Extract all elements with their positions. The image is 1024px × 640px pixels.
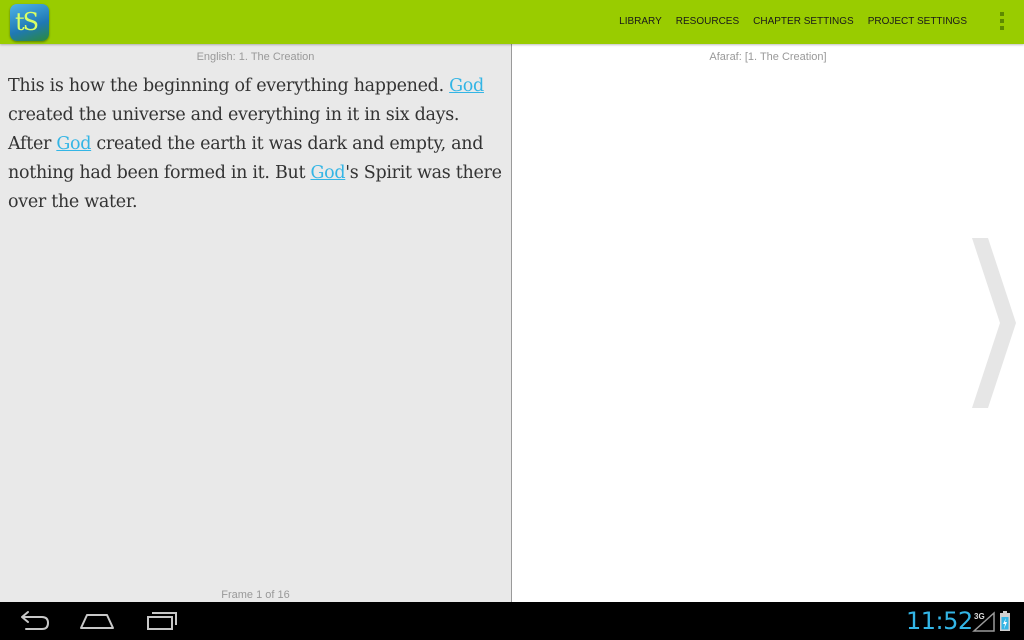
battery-icon [1000,611,1010,631]
recents-icon[interactable] [141,608,181,634]
clock: 11:52 [906,607,973,635]
term-link-god[interactable]: God [449,76,484,96]
menu-chapter-settings[interactable]: CHAPTER SETTINGS [746,0,861,44]
menu-resources[interactable]: RESOURCES [669,0,746,44]
action-bar: tS LIBRARY RESOURCES CHAPTER SETTINGS PR… [0,0,1024,44]
app-logo-text: tS [15,8,39,36]
source-text: This is how the beginning of everything … [8,72,503,217]
home-icon[interactable] [77,608,117,634]
target-pane-title: Afaraf: [1. The Creation] [709,51,827,63]
source-text-part: This is how the beginning of everything … [8,76,450,96]
term-link-god[interactable]: God [56,134,91,154]
source-pane: English: 1. The Creation This is how the… [0,44,511,602]
target-pane[interactable]: Afaraf: [1. The Creation] [512,44,1024,602]
app-logo-icon[interactable]: tS [10,4,49,41]
system-nav-bar: 11:52 [0,602,1024,640]
frame-counter: Frame 1 of 16 [221,589,290,601]
back-icon[interactable] [14,608,54,634]
overflow-menu-icon[interactable] [996,12,1008,32]
menu-project-settings[interactable]: PROJECT SETTINGS [861,0,974,44]
source-pane-title: English: 1. The Creation [196,51,315,63]
network-type-label: 3G [974,612,985,621]
chevron-right-icon[interactable] [968,238,1020,408]
action-menu: LIBRARY RESOURCES CHAPTER SETTINGS PROJE… [612,0,974,44]
term-link-god[interactable]: God [310,163,345,183]
menu-library[interactable]: LIBRARY [612,0,669,44]
